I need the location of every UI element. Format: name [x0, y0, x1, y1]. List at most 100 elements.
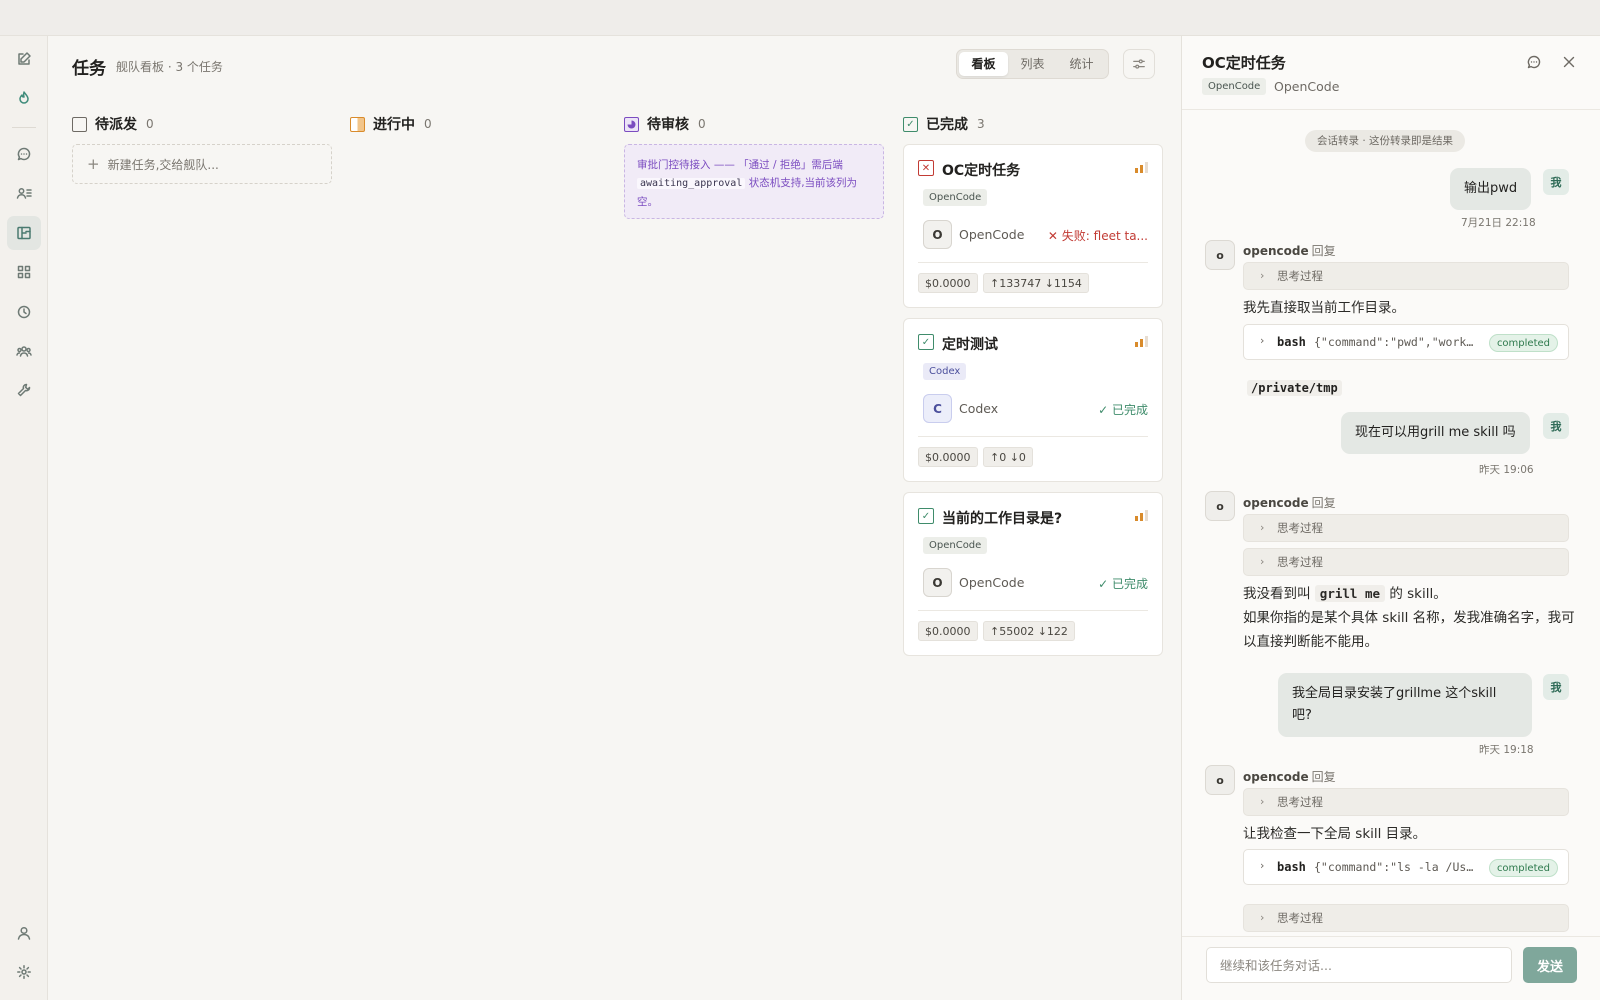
task-card[interactable]: ✓ 当前的工作目录是? OpenCode O OpenCode ✓ 已完成 $0…: [903, 492, 1163, 656]
chevron-right-icon: ›: [1260, 795, 1265, 808]
chevron-right-icon: ›: [1260, 859, 1265, 872]
user-icon: [17, 926, 31, 940]
column-count: 0: [146, 117, 154, 131]
wrench-icon: [17, 383, 31, 397]
tab-list[interactable]: 列表: [1008, 52, 1057, 76]
in-progress-status-icon: [350, 116, 365, 132]
cost-chip: $0.0000: [918, 447, 978, 467]
priority-icon: [1135, 510, 1148, 521]
chat-nav-button[interactable]: [7, 137, 41, 171]
tokens-chip: ↑55002 ↓122: [983, 621, 1075, 641]
column-header: 进行中 0: [350, 116, 610, 133]
transcript-note: 会话转录 · 这份转录即是结果: [1305, 130, 1466, 152]
chevron-right-icon: ›: [1260, 911, 1265, 924]
card-title: 定时测试: [942, 337, 998, 353]
tool-call[interactable]: › bash {"command":"ls -la /Users/skills"…: [1243, 849, 1569, 885]
bot-avatar: o: [1205, 765, 1235, 795]
user-avatar: 我: [1543, 674, 1569, 700]
thinking-toggle[interactable]: › 思考过程: [1243, 262, 1569, 290]
message-time: 昨天 19:18: [1479, 744, 1534, 756]
user-avatar: 我: [1543, 169, 1569, 195]
thinking-toggle[interactable]: › 思考过程: [1243, 788, 1569, 816]
user-message: 我全局目录安装了grillme 这个skill 吧?: [1278, 673, 1532, 737]
failed-icon: ✕: [918, 160, 934, 176]
window-titlebar: [0, 0, 1600, 36]
card-title: OC定时任务: [942, 163, 1021, 179]
team-nav-button[interactable]: [7, 334, 41, 368]
agent-tag: OpenCode: [923, 537, 988, 554]
history-nav-button[interactable]: [7, 295, 41, 329]
agent-name: OpenCode: [959, 227, 1025, 242]
done-icon: ✓: [918, 334, 934, 350]
column-header: ✓ 已完成 3: [903, 116, 1163, 133]
bot-message: 让我检查一下全局 skill 目录。: [1243, 826, 1427, 842]
grid-icon: [17, 265, 31, 279]
column-count: 3: [977, 117, 985, 131]
flame-icon: [19, 91, 29, 104]
message-input[interactable]: [1206, 947, 1512, 983]
new-task-nav-button[interactable]: [7, 42, 41, 76]
message-time: 7月21日 22:18: [1461, 217, 1536, 229]
tokens-chip: ↑0 ↓0: [983, 447, 1033, 467]
tool-args: {"command":"ls -la /Users/skills"}: [1314, 860, 1480, 874]
agents-nav-button[interactable]: [7, 176, 41, 210]
column-in-progress: 进行中 0: [350, 116, 610, 133]
card-title: 当前的工作目录是?: [942, 511, 1063, 527]
tab-kanban[interactable]: 看板: [959, 52, 1008, 76]
bot-name: opencode 回复: [1243, 770, 1336, 784]
close-icon: [1563, 56, 1575, 68]
tool-status-badge: completed: [1488, 859, 1558, 877]
task-card[interactable]: ✕ OC定时任务 OpenCode O OpenCode ✕ 失败: fleet…: [903, 144, 1163, 308]
task-card[interactable]: ✓ 定时测试 Codex C Codex ✓ 已完成 $0.0000 ↑0 ↓0: [903, 318, 1163, 482]
chat-icon: [1527, 55, 1541, 69]
tool-name: bash: [1277, 860, 1306, 874]
fleet-nav-button[interactable]: [7, 81, 41, 115]
gear-icon: [17, 965, 31, 979]
new-task-button[interactable]: + 新建任务,交给舰队...: [72, 144, 332, 184]
message-composer: 发送: [1182, 936, 1600, 1000]
message-time: 昨天 19:06: [1479, 464, 1534, 476]
new-task-label: 新建任务,交给舰队...: [107, 157, 219, 172]
agent-tag: OpenCode: [923, 189, 988, 206]
agent-name: OpenCode: [959, 575, 1025, 590]
edit-icon: [18, 52, 31, 65]
column-todo: 待派发 0 + 新建任务,交给舰队...: [72, 116, 332, 184]
tool-output: /private/tmp: [1247, 380, 1342, 396]
tool-name: bash: [1277, 335, 1306, 349]
column-title: 进行中: [373, 117, 415, 133]
done-status-icon: ✓: [903, 116, 918, 132]
card-status-text: ✓ 已完成: [1098, 403, 1148, 417]
todo-status-icon: [72, 116, 87, 132]
thinking-toggle[interactable]: › 思考过程: [1243, 904, 1569, 932]
column-title: 待派发: [95, 117, 137, 133]
tasks-nav-button[interactable]: [7, 216, 41, 250]
bot-name: opencode 回复: [1243, 496, 1336, 510]
bot-name: opencode 回复: [1243, 244, 1336, 258]
priority-icon: [1135, 162, 1148, 173]
agent-avatar: O: [923, 220, 952, 249]
thinking-toggle[interactable]: › 思考过程: [1243, 514, 1569, 542]
close-button[interactable]: [1561, 54, 1577, 70]
filter-button[interactable]: [1123, 49, 1155, 79]
apps-nav-button[interactable]: [7, 255, 41, 289]
divider: [918, 610, 1148, 611]
chat-button[interactable]: [1526, 54, 1542, 70]
chevron-right-icon: ›: [1260, 555, 1265, 568]
check-icon: ✓: [1098, 577, 1109, 591]
account-nav-button[interactable]: [7, 916, 41, 950]
bot-avatar: o: [1205, 240, 1235, 270]
column-review: 待审核 0 审批门控待接入 —— 「通过 / 拒绝」需后端 awaiting_a…: [624, 116, 884, 219]
settings-nav-button[interactable]: [7, 955, 41, 989]
chat-icon: [17, 147, 31, 161]
send-button[interactable]: 发送: [1523, 947, 1577, 983]
cost-chip: $0.0000: [918, 273, 978, 293]
column-count: 0: [698, 117, 706, 131]
tool-call[interactable]: › bash {"command":"pwd","workdir":"/priv…: [1243, 324, 1569, 360]
panel-title: OC定时任务: [1202, 54, 1286, 72]
tab-stats[interactable]: 统计: [1057, 52, 1106, 76]
contacts-icon: [16, 188, 32, 199]
tools-nav-button[interactable]: [7, 373, 41, 407]
thinking-toggle[interactable]: › 思考过程: [1243, 548, 1569, 576]
chat-transcript[interactable]: 会话转录 · 这份转录即是结果 输出pwd 我 7月21日 22:18 o op…: [1182, 110, 1600, 936]
chevron-right-icon: ›: [1260, 334, 1265, 347]
